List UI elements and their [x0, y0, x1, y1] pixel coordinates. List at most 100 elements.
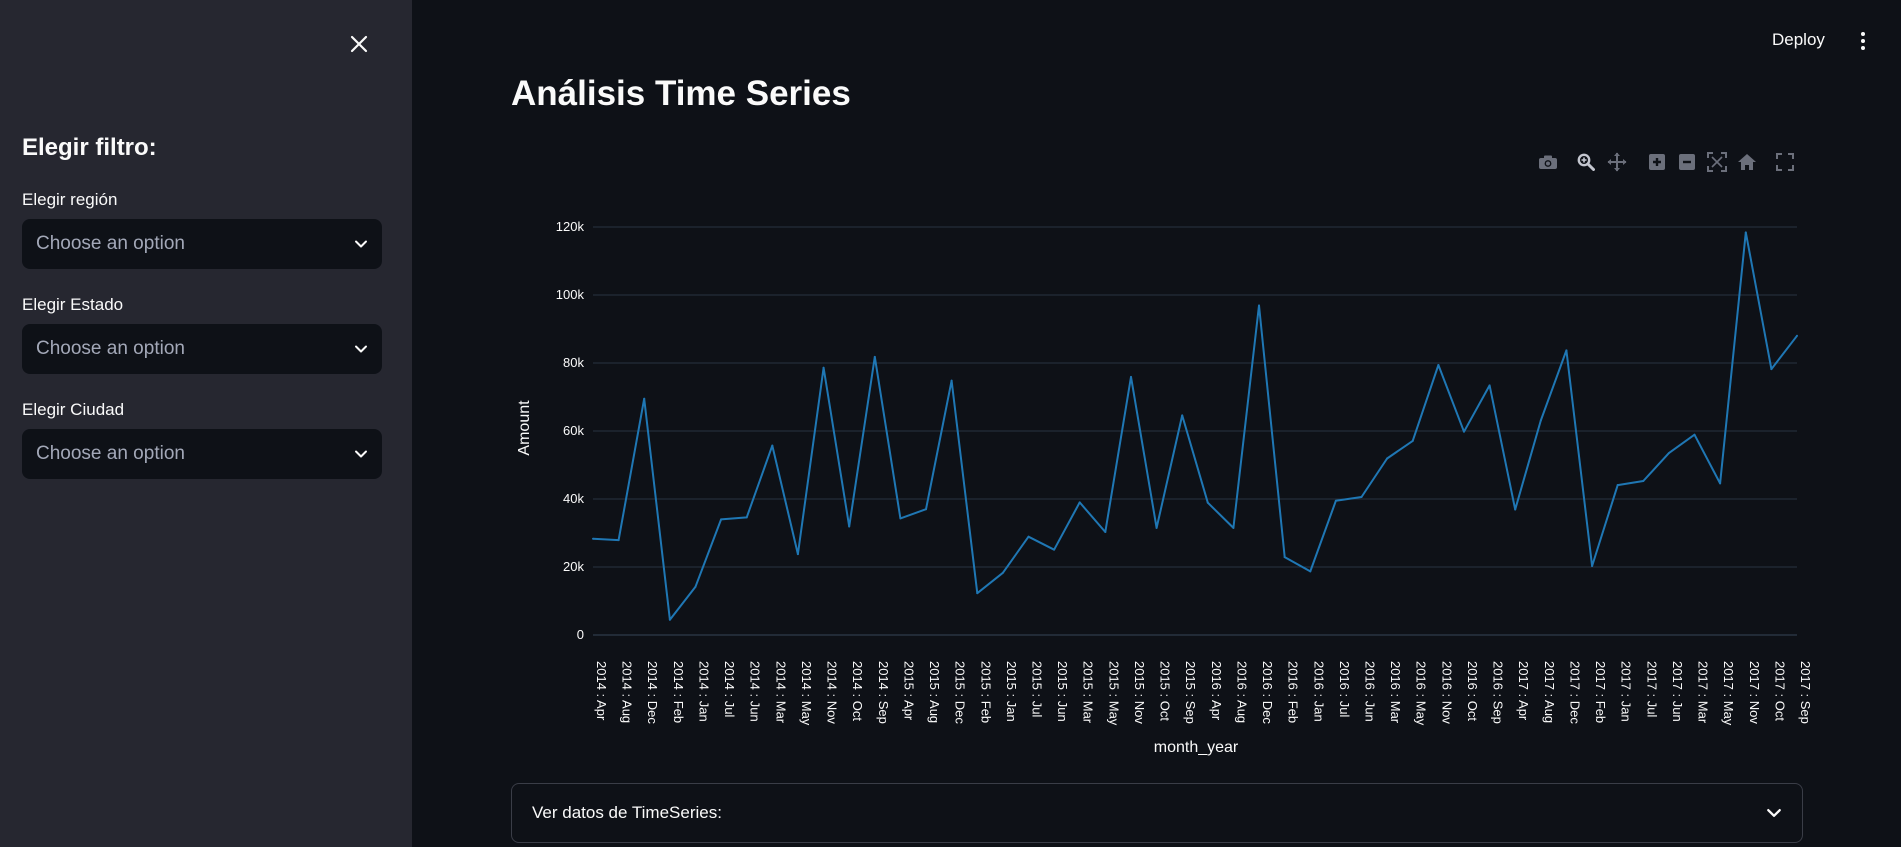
data-point[interactable] — [771, 444, 774, 447]
data-point[interactable] — [668, 618, 671, 621]
data-point[interactable] — [1181, 414, 1184, 417]
data-point[interactable] — [796, 553, 799, 556]
data-point[interactable] — [745, 516, 748, 519]
data-point[interactable] — [1488, 384, 1491, 387]
data-point[interactable] — [1796, 334, 1798, 337]
x-tick-label: 2014 : May — [799, 661, 814, 726]
x-tick-label: 2015 : Mar — [1081, 661, 1096, 724]
x-tick-label: 2016 : Nov — [1439, 661, 1454, 724]
x-tick-label: 2017 : Jan — [1619, 661, 1634, 722]
x-tick-label: 2015 : Jan — [1004, 661, 1019, 722]
data-point[interactable] — [1642, 479, 1645, 482]
x-tick-label: 2014 : Oct — [850, 661, 865, 721]
data-point[interactable] — [1360, 495, 1363, 498]
data-point[interactable] — [592, 537, 594, 540]
data-point[interactable] — [1719, 482, 1722, 485]
x-tick-label: 2016 : Jun — [1363, 661, 1378, 722]
data-point[interactable] — [1309, 570, 1312, 573]
data-point[interactable] — [873, 355, 876, 358]
x-tick-label: 2015 : Jul — [1029, 661, 1044, 717]
data-point[interactable] — [720, 518, 723, 521]
data-point[interactable] — [1591, 564, 1594, 567]
reset-axes-button[interactable] — [1736, 150, 1758, 174]
timeseries-data-expander[interactable]: Ver datos de TimeSeries: — [511, 783, 1803, 843]
x-tick-label: 2016 : Apr — [1209, 661, 1224, 721]
data-point[interactable] — [1437, 364, 1440, 367]
data-point[interactable] — [1027, 535, 1030, 538]
x-tick-label: 2016 : Jul — [1337, 661, 1352, 717]
download-plot-button[interactable] — [1537, 150, 1559, 174]
data-point[interactable] — [848, 525, 851, 528]
autoscale-button[interactable] — [1706, 150, 1728, 174]
y-tick-label: 60k — [563, 423, 584, 438]
data-point[interactable] — [1411, 439, 1414, 442]
x-tick-label: 2017 : Jun — [1670, 661, 1685, 722]
x-tick-label: 2017 : Oct — [1772, 661, 1787, 721]
data-point[interactable] — [1334, 499, 1337, 502]
data-point[interactable] — [1129, 375, 1132, 378]
data-point[interactable] — [1078, 501, 1081, 504]
fullscreen-icon — [1776, 153, 1794, 171]
data-point[interactable] — [1206, 501, 1209, 504]
x-tick-label: 2017 : Apr — [1516, 661, 1531, 721]
data-point[interactable] — [643, 397, 646, 400]
data-point[interactable] — [1514, 508, 1517, 511]
data-point[interactable] — [1565, 349, 1568, 352]
data-point[interactable] — [1232, 526, 1235, 529]
data-point[interactable] — [1104, 530, 1107, 533]
data-point[interactable] — [1744, 231, 1747, 234]
data-point[interactable] — [950, 379, 953, 382]
camera-icon — [1539, 155, 1557, 169]
data-point[interactable] — [1462, 430, 1465, 433]
data-point[interactable] — [1386, 457, 1389, 460]
data-point[interactable] — [925, 508, 928, 511]
data-point[interactable] — [1258, 304, 1261, 307]
chevron-down-icon — [1767, 809, 1781, 817]
x-tick-label: 2016 : Mar — [1388, 661, 1403, 724]
zoom-in-icon — [1649, 154, 1665, 170]
data-point[interactable] — [694, 585, 697, 588]
x-tick-label: 2015 : Jun — [1055, 661, 1070, 722]
data-point[interactable] — [1770, 368, 1773, 371]
data-point[interactable] — [617, 539, 620, 542]
data-point[interactable] — [1283, 556, 1286, 559]
series-line — [592, 231, 1798, 621]
data-point[interactable] — [1693, 433, 1696, 436]
data-point[interactable] — [899, 517, 902, 520]
x-tick-label: 2016 : Oct — [1465, 661, 1480, 721]
pan-button[interactable] — [1606, 150, 1628, 174]
data-point[interactable] — [1053, 548, 1056, 551]
x-axis-label: month_year — [1154, 739, 1239, 756]
data-point[interactable] — [1001, 571, 1004, 574]
x-tick-label: 2015 : Feb — [978, 661, 993, 723]
zoom-button[interactable] — [1575, 150, 1597, 174]
data-point[interactable] — [822, 366, 825, 369]
x-tick-label: 2017 : Aug — [1542, 661, 1557, 723]
data-point[interactable] — [1616, 484, 1619, 487]
y-tick-label: 80k — [563, 355, 584, 370]
x-tick-label: 2017 : Mar — [1696, 661, 1711, 724]
x-tick-label: 2015 : Apr — [901, 661, 916, 721]
x-tick-label: 2014 : Aug — [620, 661, 635, 723]
time-series-chart: 0 20k 40k 60k 80k 100k 120k 2014 : Apr 2014 : A… — [516, 219, 1813, 756]
x-tick-label: 2017 : May — [1721, 661, 1736, 726]
autoscale-icon — [1707, 152, 1727, 172]
y-tick-label: 120k — [556, 219, 585, 234]
data-point[interactable] — [976, 592, 979, 595]
x-tick-label: 2016 : Feb — [1286, 661, 1301, 723]
x-tick-label: 2014 : Jan — [696, 661, 711, 722]
x-tick-label: 2016 : Sep — [1491, 661, 1506, 724]
zoom-out-icon — [1679, 154, 1695, 170]
zoom-out-button[interactable] — [1676, 150, 1698, 174]
x-tick-label: 2015 : Nov — [1132, 661, 1147, 724]
y-axis-label: Amount — [516, 400, 533, 456]
fullscreen-button[interactable] — [1774, 150, 1796, 174]
zoom-in-button[interactable] — [1646, 150, 1668, 174]
data-point[interactable] — [1667, 452, 1670, 455]
x-tick-label: 2017 : Nov — [1747, 661, 1762, 724]
data-point[interactable] — [1155, 526, 1158, 529]
data-point[interactable] — [1539, 419, 1542, 422]
x-tick-label: 2016 : Dec — [1260, 661, 1275, 724]
x-tick-label: 2015 : May — [1106, 661, 1121, 726]
x-tick-label: 2014 : Jul — [722, 661, 737, 717]
